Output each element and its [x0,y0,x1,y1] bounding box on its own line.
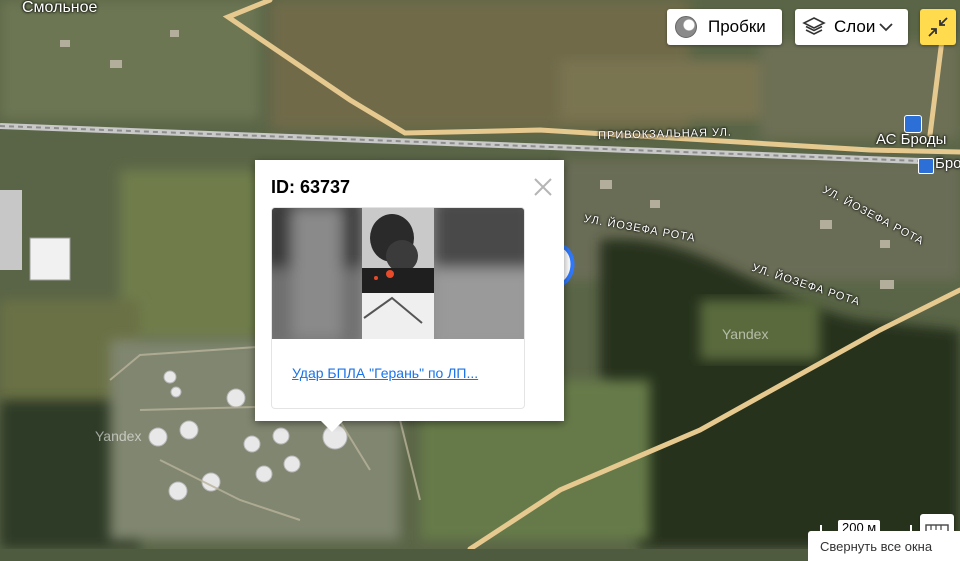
train-station-icon[interactable] [918,158,934,174]
traffic-icon [675,16,697,38]
traffic-button[interactable]: Пробки [667,9,782,45]
yandex-watermark: Yandex [722,326,769,342]
incident-link[interactable]: Удар БПЛА "Герань" по ЛП... [292,365,507,381]
layers-icon [802,16,826,38]
bus-stop-icon[interactable] [904,115,922,133]
collapse-all-windows-button[interactable]: Свернуть все окна [808,531,960,561]
layers-label: Слои [834,17,876,36]
place-label-brody: Бро [935,155,960,172]
place-label-bus-station: АС Броды [876,131,947,148]
yandex-watermark: Yandex [95,428,142,444]
close-icon[interactable] [531,175,555,199]
layers-button[interactable]: Слои [795,9,908,45]
collapse-arrows-icon [927,16,949,38]
chevron-down-icon [879,22,893,32]
place-label-smolnoe: Смольное [22,0,98,16]
popup-title: ID: 63737 [271,177,351,197]
popup-tail [321,421,343,432]
incident-popup: ID: 63737 Удар БПЛА "Герань" по ЛП... [255,160,564,432]
incident-photo-thumbnail[interactable] [272,208,524,339]
traffic-label: Пробки [708,17,766,36]
incident-card[interactable]: Удар БПЛА "Герань" по ЛП... [271,207,525,409]
fullscreen-toggle-button[interactable] [920,9,956,45]
